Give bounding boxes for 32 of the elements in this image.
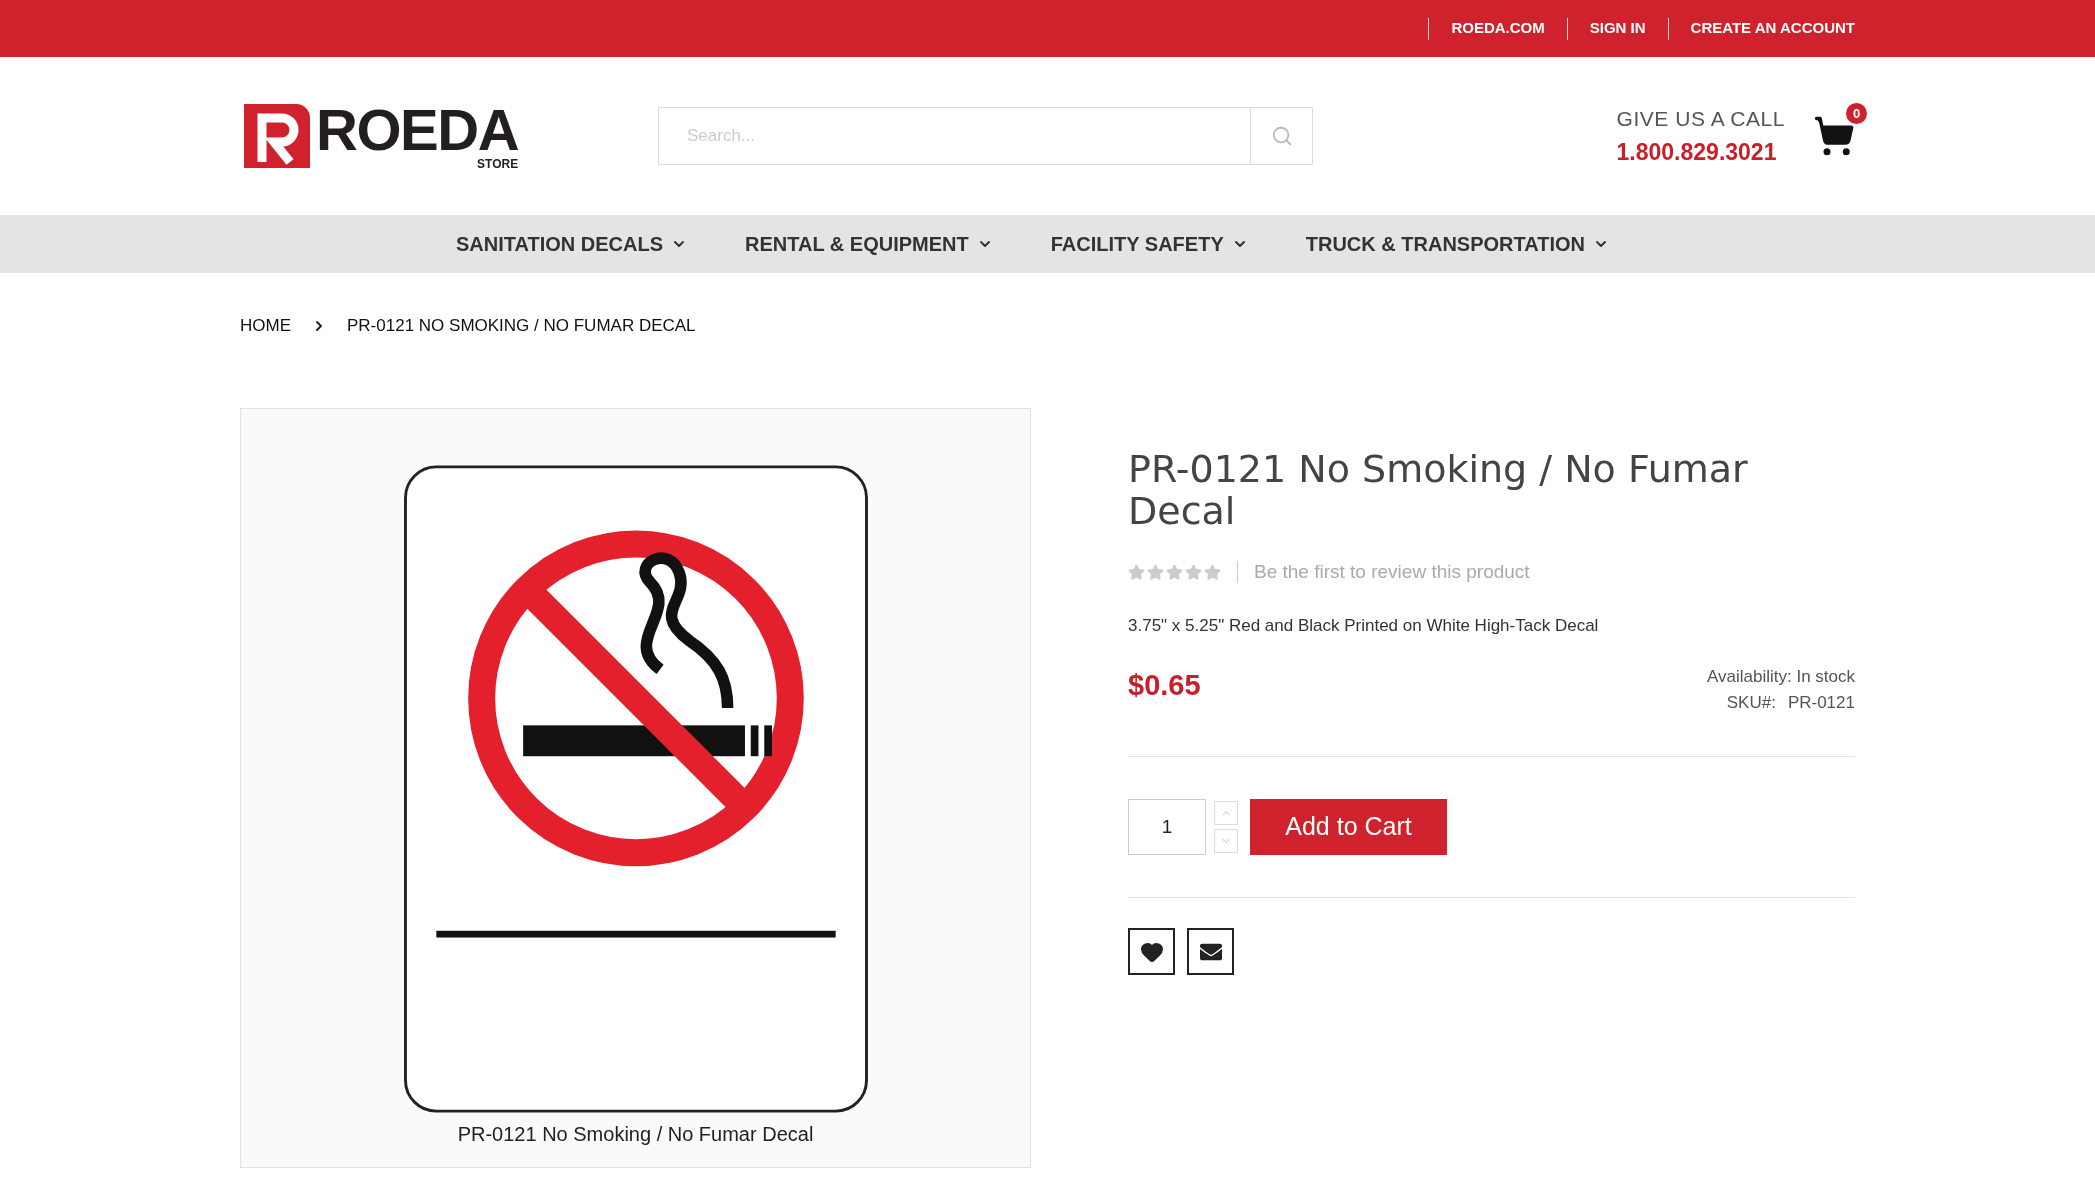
star-icon xyxy=(1166,563,1183,581)
phone-number: 1.800.829.3021 xyxy=(1616,137,1778,167)
star-icon xyxy=(1204,563,1221,581)
nav-item[interactable]: SANITATION DECALS xyxy=(456,229,688,259)
nav-item[interactable]: TRUCK & TRANSPORTATION xyxy=(1305,229,1609,259)
wishlist-button[interactable] xyxy=(1128,928,1175,975)
add-to-cart-button[interactable]: Add to Cart xyxy=(1250,799,1447,855)
product-description: 3.75" x 5.25" Red and Black Printed on White High-Tack Decal xyxy=(1128,614,1600,637)
sku-value: PR-0121 xyxy=(1787,692,1855,714)
search-icon xyxy=(1270,125,1293,147)
top-link[interactable]: ROEDA.COM xyxy=(1451,17,1545,40)
cart-icon[interactable] xyxy=(1813,115,1855,157)
availability-text: Availability: In stock xyxy=(1706,666,1855,688)
call-label: GIVE US A CALL xyxy=(1616,106,1785,132)
breadcrumb-item[interactable]: PR-0121 NO SMOKING / NO FUMAR DECAL xyxy=(347,313,696,339)
star-icon xyxy=(1147,563,1164,581)
star-icon xyxy=(1185,563,1202,581)
image-caption: PR-0121 No Smoking / No Fumar Decal xyxy=(457,1122,814,1147)
product-price: $0.65 xyxy=(1128,668,1201,703)
email-button[interactable] xyxy=(1187,928,1234,975)
nav-item[interactable]: FACILITY SAFETY xyxy=(1050,229,1248,259)
top-link[interactable]: CREATE AN ACCOUNT xyxy=(1690,17,1855,40)
product-title: PR-0121 No Smoking / No Fumar Decal xyxy=(1128,448,1749,532)
star-icon xyxy=(1128,563,1145,581)
logo-subtitle: STORE xyxy=(477,158,519,170)
nav-item[interactable]: RENTAL & EQUIPMENT xyxy=(745,229,993,259)
logo-name: ROEDA xyxy=(316,102,519,158)
sku-label: SKU#: xyxy=(1726,692,1776,714)
cart-count-badge: 0 xyxy=(1846,103,1867,124)
quantity-field[interactable]: 1 xyxy=(1128,799,1206,855)
top-link[interactable]: SIGN IN xyxy=(1589,17,1646,40)
breadcrumb-item[interactable]: HOME xyxy=(240,313,291,339)
